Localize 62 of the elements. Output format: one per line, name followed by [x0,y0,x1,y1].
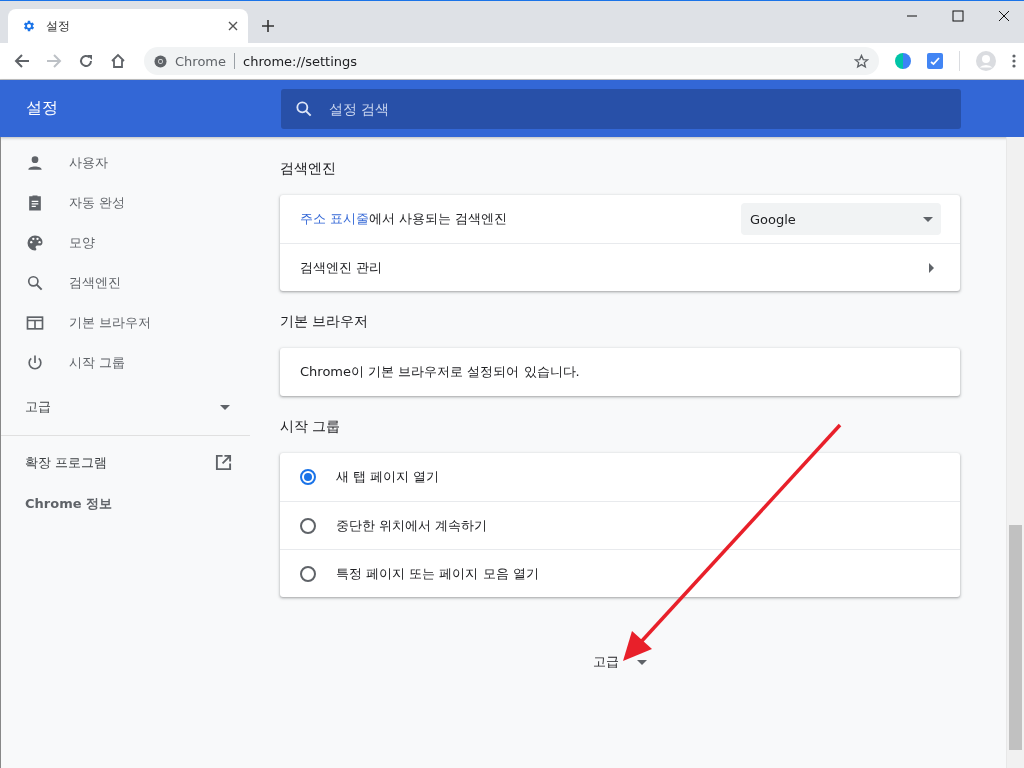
sidebar-label: 자동 완성 [69,194,126,212]
scrollbar-thumb[interactable] [1009,525,1022,750]
setting-link[interactable]: 검색엔진 관리 [300,258,929,277]
sidebar-link[interactable]: 확장 프로그램 [1,442,250,483]
section-heading: 기본 브라우저 [280,312,370,331]
external-link-icon [215,454,232,471]
chrome-logo-icon [154,54,167,68]
section-heading: 검색엔진 [280,159,337,178]
sidebar-label: 검색엔진 [69,274,121,292]
close-icon[interactable] [228,21,238,31]
sidebar-label: 시작 그룹 [69,354,126,372]
caret-icon [923,216,933,222]
search-engine-dropdown[interactable]: Google [741,203,941,235]
settings-icon [22,19,36,33]
maximize-icon[interactable] [952,10,964,22]
palette-icon [25,233,45,253]
advanced-toggle[interactable]: 고급 [570,647,670,677]
site-label: Chrome [175,53,226,69]
search-icon [294,98,314,119]
home-icon[interactable] [110,53,126,69]
browser-tab[interactable]: 설정 [8,9,248,43]
sidebar-item[interactable]: 사용자 [1,143,250,183]
radio-button[interactable] [300,517,316,534]
person-icon [25,153,45,173]
sidebar-label: 모양 [69,234,95,252]
radio-button[interactable] [300,565,316,582]
menu-icon[interactable] [1012,53,1016,69]
scrollbar[interactable] [1006,137,1024,768]
radio-label[interactable]: 특정 페이지 또는 페이지 모음 열기 [336,564,940,583]
caret-icon [220,404,230,410]
browser-icon [25,313,45,333]
sidebar-link[interactable]: Chrome 정보 [1,483,250,524]
page-title: 설정 [25,98,59,119]
reload-icon[interactable] [78,53,94,69]
radio-button[interactable] [300,469,316,485]
sidebar-item[interactable]: 기본 브라우저 [1,303,250,343]
tab-title: 설정 [46,17,71,35]
radio-label[interactable]: 중단한 위치에서 계속하기 [336,516,940,535]
setting-label: 주소 표시줄에서 사용되는 검색엔진 [300,210,509,228]
url-text: chrome://settings [243,53,359,69]
sidebar-item[interactable]: 검색엔진 [1,263,250,303]
address-bar[interactable]: Chrome chrome://settings [144,47,879,75]
advanced-menu-item[interactable]: 고급 [1,383,250,431]
sidebar-item[interactable]: 모양 [1,223,250,263]
sidebar-item[interactable]: 자동 완성 [1,183,250,223]
sidebar-label: 사용자 [69,154,108,172]
address-bar-link[interactable]: 주소 표시줄 [300,211,370,226]
search-field[interactable]: 설정 검색 [281,88,961,129]
status-text: Chrome이 기본 브라우저로 설정되어 있습니다. [300,363,581,381]
new-tab-icon[interactable] [262,20,274,32]
sidebar-item[interactable]: 시작 그룹 [1,343,250,383]
search-icon [25,273,45,293]
star-icon[interactable] [854,53,869,69]
radio-label[interactable]: 새 탭 페이지 열기 [336,468,940,486]
extension-icon[interactable] [927,53,943,69]
caret-right-icon[interactable] [929,262,934,273]
section-heading: 시작 그룹 [280,417,342,436]
close-icon[interactable] [998,10,1010,22]
caret-icon [637,659,647,665]
back-arrow-icon[interactable] [14,53,30,69]
extension-icon[interactable] [895,53,911,69]
sidebar-label: 기본 브라우저 [69,314,152,332]
